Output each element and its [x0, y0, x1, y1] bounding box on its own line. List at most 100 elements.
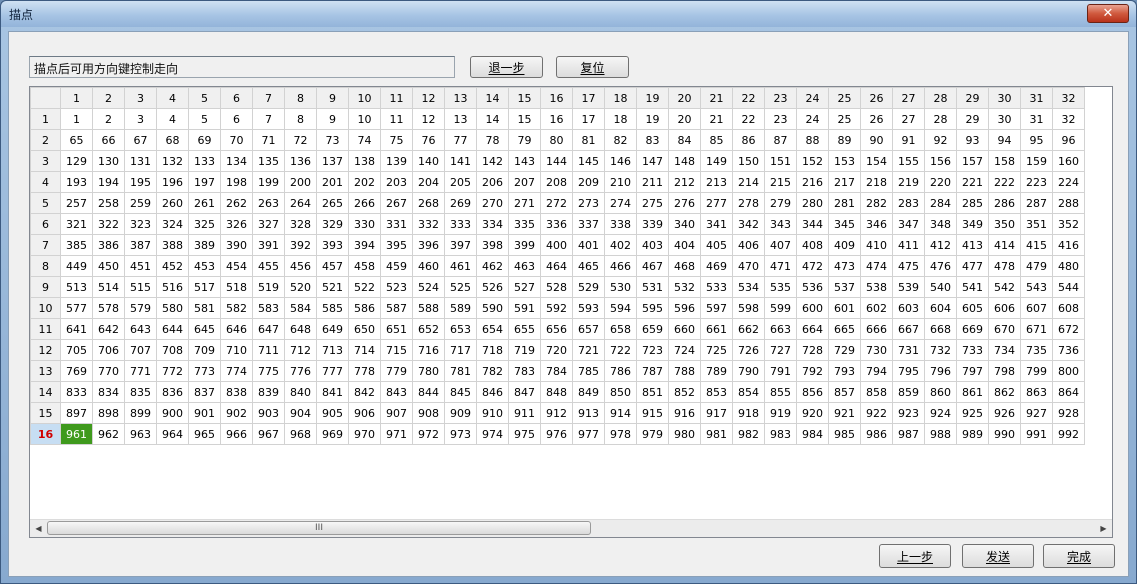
- grid-cell[interactable]: 785: [572, 360, 605, 382]
- grid-cell[interactable]: 194: [92, 171, 125, 193]
- grid-cell[interactable]: 338: [604, 213, 637, 235]
- grid-cell[interactable]: 858: [860, 381, 893, 403]
- column-header[interactable]: 9: [316, 87, 349, 109]
- grid-cell[interactable]: 602: [860, 297, 893, 319]
- grid-cell[interactable]: 843: [380, 381, 413, 403]
- column-header[interactable]: 5: [188, 87, 221, 109]
- grid-cell[interactable]: 396: [412, 234, 445, 256]
- grid-cell[interactable]: 518: [220, 276, 253, 298]
- grid-cell[interactable]: 665: [828, 318, 861, 340]
- grid-cell[interactable]: 535: [764, 276, 797, 298]
- grid-cell[interactable]: 335: [508, 213, 541, 235]
- grid-cell[interactable]: 727: [764, 339, 797, 361]
- row-header[interactable]: 8: [30, 255, 61, 277]
- grid-cell[interactable]: 133: [188, 150, 221, 172]
- grid-cell[interactable]: 835: [124, 381, 157, 403]
- column-header[interactable]: 24: [796, 87, 829, 109]
- grid-cell[interactable]: 777: [316, 360, 349, 382]
- grid-cell[interactable]: 140: [412, 150, 445, 172]
- grid-cell[interactable]: 856: [796, 381, 829, 403]
- grid-cell[interactable]: 286: [988, 192, 1021, 214]
- grid-cell[interactable]: 523: [380, 276, 413, 298]
- grid-cell[interactable]: 195: [124, 171, 157, 193]
- grid-cell[interactable]: 986: [860, 423, 893, 445]
- grid-cell[interactable]: 344: [796, 213, 829, 235]
- grid-cell[interactable]: 516: [156, 276, 189, 298]
- grid-cell[interactable]: 655: [508, 318, 541, 340]
- grid-cell[interactable]: 6: [220, 108, 253, 130]
- grid-cell[interactable]: 593: [572, 297, 605, 319]
- grid-cell[interactable]: 705: [60, 339, 93, 361]
- grid-cell[interactable]: 666: [860, 318, 893, 340]
- grid-cell[interactable]: 215: [764, 171, 797, 193]
- grid-cell[interactable]: 917: [700, 402, 733, 424]
- grid-cell[interactable]: 352: [1052, 213, 1085, 235]
- grid-cell[interactable]: 853: [700, 381, 733, 403]
- grid-cell[interactable]: 735: [1020, 339, 1053, 361]
- grid-cell[interactable]: 477: [956, 255, 989, 277]
- grid-cell[interactable]: 207: [508, 171, 541, 193]
- grid-cell[interactable]: 923: [892, 402, 925, 424]
- grid-cell[interactable]: 728: [796, 339, 829, 361]
- grid-cell[interactable]: 2: [92, 108, 125, 130]
- grid-cell[interactable]: 268: [412, 192, 445, 214]
- grid-cell[interactable]: 734: [988, 339, 1021, 361]
- grid-cell[interactable]: 137: [316, 150, 349, 172]
- row-header[interactable]: 15: [30, 402, 61, 424]
- grid-cell[interactable]: 849: [572, 381, 605, 403]
- grid-cell[interactable]: 451: [124, 255, 157, 277]
- close-button[interactable]: ✕: [1087, 4, 1129, 23]
- column-header[interactable]: 6: [220, 87, 253, 109]
- grid-cell[interactable]: 200: [284, 171, 317, 193]
- grid-cell[interactable]: 647: [252, 318, 285, 340]
- grid-cell[interactable]: 415: [1020, 234, 1053, 256]
- grid-cell[interactable]: 208: [540, 171, 573, 193]
- column-header[interactable]: 7: [252, 87, 285, 109]
- row-header[interactable]: 16: [30, 423, 61, 445]
- grid-cell[interactable]: 795: [892, 360, 925, 382]
- grid-cell[interactable]: 976: [540, 423, 573, 445]
- grid-cell[interactable]: 332: [412, 213, 445, 235]
- grid-cell[interactable]: 901: [188, 402, 221, 424]
- grid-cell[interactable]: 331: [380, 213, 413, 235]
- grid-cell[interactable]: 155: [892, 150, 925, 172]
- grid-cell[interactable]: 771: [124, 360, 157, 382]
- grid-cell[interactable]: 578: [92, 297, 125, 319]
- grid-cell[interactable]: 95: [1020, 129, 1053, 151]
- grid-cell[interactable]: 459: [380, 255, 413, 277]
- grid-cell[interactable]: 68: [156, 129, 189, 151]
- grid-cell[interactable]: 475: [892, 255, 925, 277]
- grid-cell[interactable]: 450: [92, 255, 125, 277]
- grid-cell[interactable]: 18: [604, 108, 637, 130]
- grid-cell[interactable]: 586: [348, 297, 381, 319]
- grid-cell[interactable]: 515: [124, 276, 157, 298]
- grid-cell[interactable]: 280: [796, 192, 829, 214]
- grid-cell[interactable]: 401: [572, 234, 605, 256]
- grid-cell[interactable]: 85: [700, 129, 733, 151]
- grid-cell[interactable]: 389: [188, 234, 221, 256]
- grid-cell[interactable]: 658: [604, 318, 637, 340]
- grid-cell[interactable]: 600: [796, 297, 829, 319]
- grid-cell[interactable]: 452: [156, 255, 189, 277]
- grid-cell[interactable]: 989: [956, 423, 989, 445]
- row-header[interactable]: 7: [30, 234, 61, 256]
- grid-cell[interactable]: 861: [956, 381, 989, 403]
- grid-cell[interactable]: 153: [828, 150, 861, 172]
- grid-cell[interactable]: 905: [316, 402, 349, 424]
- column-header[interactable]: 3: [124, 87, 157, 109]
- grid-cell[interactable]: 328: [284, 213, 317, 235]
- grid-cell[interactable]: 403: [636, 234, 669, 256]
- grid-cell[interactable]: 794: [860, 360, 893, 382]
- grid-cell[interactable]: 733: [956, 339, 989, 361]
- grid-cell[interactable]: 464: [540, 255, 573, 277]
- grid-cell[interactable]: 782: [476, 360, 509, 382]
- column-header[interactable]: 25: [828, 87, 861, 109]
- grid-cell[interactable]: 135: [252, 150, 285, 172]
- grid-cell[interactable]: 407: [764, 234, 797, 256]
- grid-cell[interactable]: 791: [764, 360, 797, 382]
- grid-cell[interactable]: 408: [796, 234, 829, 256]
- grid-cell[interactable]: 282: [860, 192, 893, 214]
- grid-cell[interactable]: 20: [668, 108, 701, 130]
- grid-cell[interactable]: 206: [476, 171, 509, 193]
- row-header[interactable]: 9: [30, 276, 61, 298]
